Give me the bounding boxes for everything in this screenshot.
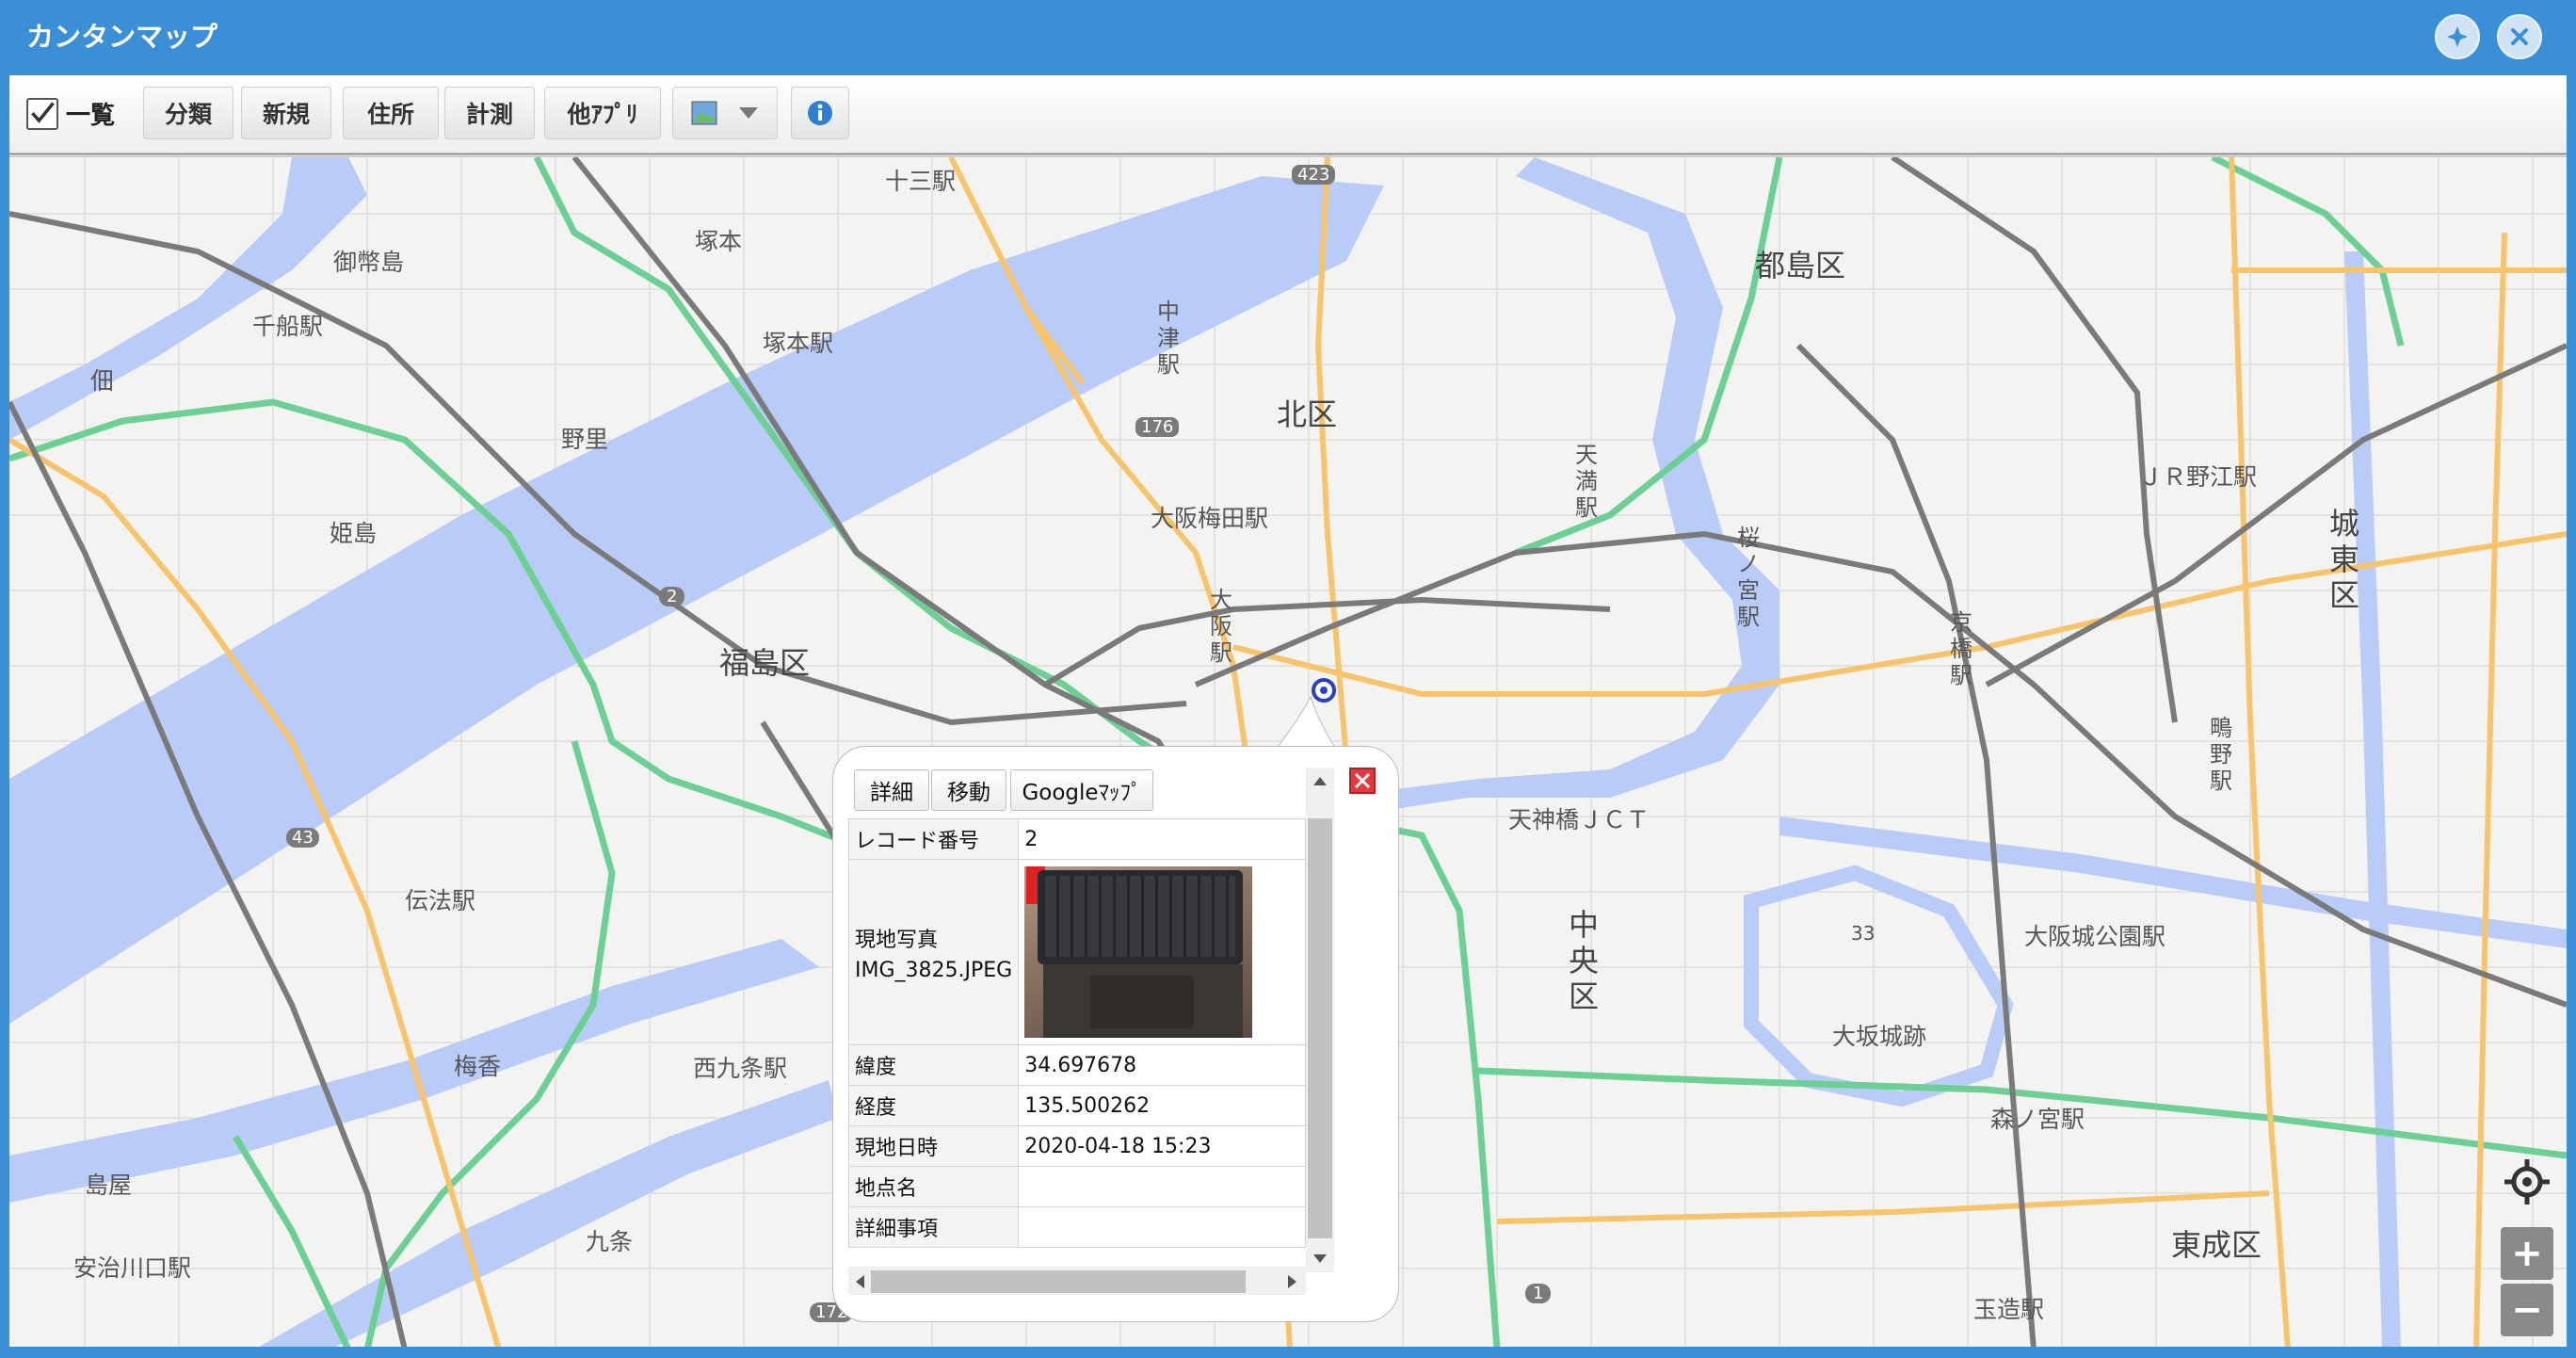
scroll-left-icon[interactable] bbox=[854, 1274, 865, 1289]
popup-tail bbox=[1273, 697, 1339, 753]
map-label: 塚本駅 bbox=[763, 330, 834, 357]
photo-value bbox=[1018, 859, 1306, 1045]
map-label: 京橋駅 bbox=[1950, 609, 1972, 688]
window-title: カンタンマップ bbox=[26, 21, 218, 53]
scroll-up-icon[interactable] bbox=[1312, 775, 1328, 786]
vertical-scroll-thumb[interactable] bbox=[1308, 818, 1332, 1238]
latitude-value: 34.697678 bbox=[1018, 1044, 1306, 1086]
map-label: 東成区 bbox=[2171, 1227, 2262, 1263]
info-button[interactable] bbox=[791, 87, 849, 139]
app-window: カンタンマップ 一覧 分類 新規 住所 計測 他ｱﾌﾟﾘ 十三駅 塚本 塚本駅 … bbox=[0, 0, 2576, 1358]
move-button[interactable]: 移動 bbox=[931, 769, 1006, 811]
image-icon bbox=[691, 101, 717, 125]
map-label: 西九条駅 bbox=[693, 1055, 788, 1082]
datetime-value: 2020-04-18 15:23 bbox=[1018, 1125, 1306, 1167]
map-label: 天満駅 bbox=[1575, 442, 1598, 521]
map-label: 野里 bbox=[561, 426, 609, 453]
map-label: ＪＲ野江駅 bbox=[2139, 463, 2258, 491]
map-label: 都島区 bbox=[1755, 248, 1846, 283]
record-table: レコード番号 2 現地写真 IMG_3825.JPEG 緯度 34.697678… bbox=[847, 818, 1306, 1248]
new-button[interactable]: 新規 bbox=[241, 87, 331, 139]
map-label: 九条 bbox=[586, 1228, 634, 1255]
table-row: 緯度 34.697678 bbox=[847, 1044, 1306, 1086]
longitude-value: 135.500262 bbox=[1018, 1085, 1306, 1126]
zoom-out-button[interactable]: − bbox=[2501, 1284, 2553, 1336]
record-number-key: レコード番号 bbox=[847, 818, 1020, 860]
google-map-button[interactable]: Googleﾏｯﾌﾟ bbox=[1010, 769, 1153, 811]
details-value bbox=[1018, 1206, 1306, 1248]
measure-button[interactable]: 計測 bbox=[444, 87, 535, 139]
scroll-down-icon[interactable] bbox=[1312, 1253, 1328, 1265]
datetime-key: 現地日時 bbox=[847, 1125, 1020, 1167]
table-row: 詳細事項 bbox=[847, 1206, 1306, 1248]
table-row: 経度 135.500262 bbox=[847, 1085, 1306, 1126]
title-bar: カンタンマップ bbox=[0, 0, 2576, 73]
route-shield: 2 bbox=[659, 587, 685, 606]
map-label: 十三駅 bbox=[885, 168, 957, 195]
place-name-key: 地点名 bbox=[847, 1166, 1020, 1207]
check-icon bbox=[31, 102, 55, 123]
map-label: 中央区 bbox=[1568, 907, 1599, 1014]
list-checkbox[interactable] bbox=[26, 98, 58, 130]
map-label: 安治川口駅 bbox=[73, 1254, 192, 1282]
longitude-key: 経度 bbox=[847, 1085, 1020, 1126]
map-label: 桜ノ宮駅 bbox=[1737, 525, 1760, 630]
category-button[interactable]: 分類 bbox=[143, 87, 233, 139]
add-icon[interactable] bbox=[2435, 14, 2480, 59]
map-label: 玉造駅 bbox=[1973, 1296, 2045, 1323]
layer-dropdown[interactable] bbox=[672, 87, 778, 139]
map-label: 大阪城公園駅 bbox=[2024, 923, 2166, 950]
map-label: 大坂城跡 bbox=[1832, 1023, 1927, 1050]
map-label: 福島区 bbox=[719, 645, 811, 681]
info-popup: 詳細 移動 Googleﾏｯﾌﾟ レコード番号 2 現地写真 IMG_3825.… bbox=[832, 746, 1399, 1322]
table-row: 現地写真 IMG_3825.JPEG bbox=[847, 859, 1306, 1045]
other-apps-button[interactable]: 他ｱﾌﾟﾘ bbox=[544, 87, 661, 139]
chevron-down-icon bbox=[739, 107, 758, 119]
map-label: 北区 bbox=[1277, 396, 1338, 432]
list-label: 一覧 bbox=[66, 102, 116, 130]
info-icon bbox=[808, 101, 832, 125]
photo-key-label: 現地写真 bbox=[855, 928, 939, 952]
route-shield: 176 bbox=[1135, 417, 1180, 437]
map-label: 千船駅 bbox=[252, 313, 324, 340]
close-icon[interactable] bbox=[2497, 14, 2542, 59]
photo-filename: IMG_3825.JPEG bbox=[855, 958, 1013, 982]
site-photo[interactable] bbox=[1024, 866, 1253, 1038]
record-number-value: 2 bbox=[1018, 818, 1306, 860]
map-label: 33 bbox=[1851, 922, 1876, 945]
scroll-right-icon[interactable] bbox=[1287, 1274, 1298, 1289]
popup-close-icon[interactable] bbox=[1349, 768, 1376, 794]
map-label: 天神橋ＪＣＴ bbox=[1508, 806, 1650, 833]
map-label: 塚本 bbox=[695, 228, 743, 255]
map-label: 大阪駅 bbox=[1210, 587, 1232, 666]
route-shield: 1 bbox=[1525, 1284, 1552, 1303]
zoom-in-button[interactable]: + bbox=[2501, 1227, 2553, 1280]
table-row: 現地日時 2020-04-18 15:23 bbox=[847, 1125, 1306, 1167]
horizontal-scroll-thumb[interactable] bbox=[871, 1270, 1246, 1293]
details-key: 詳細事項 bbox=[847, 1206, 1020, 1248]
map-label: 城東区 bbox=[2328, 506, 2359, 613]
map-label: 姫島 bbox=[330, 520, 378, 547]
map-label: 鴫野駅 bbox=[2210, 715, 2232, 794]
detail-button[interactable]: 詳細 bbox=[854, 769, 929, 811]
table-row: 地点名 bbox=[847, 1166, 1306, 1207]
table-row: レコード番号 2 bbox=[847, 818, 1306, 860]
route-shield: 43 bbox=[286, 828, 319, 848]
map-label: 島屋 bbox=[85, 1172, 133, 1199]
locate-icon[interactable] bbox=[2501, 1156, 2553, 1208]
address-button[interactable]: 住所 bbox=[343, 87, 439, 139]
photo-key: 現地写真 IMG_3825.JPEG bbox=[847, 859, 1020, 1045]
map-label: 森ノ宮駅 bbox=[1990, 1106, 2085, 1133]
toolbar: 一覧 分類 新規 住所 計測 他ｱﾌﾟﾘ bbox=[9, 75, 2567, 154]
map-label: 中津駅 bbox=[1157, 299, 1180, 378]
map-label: 大阪梅田駅 bbox=[1151, 505, 1269, 532]
map-label: 御幣島 bbox=[333, 249, 405, 276]
map-label: 伝法駅 bbox=[405, 887, 476, 914]
route-shield: 423 bbox=[1292, 165, 1336, 185]
map-label: 梅香 bbox=[454, 1053, 502, 1080]
map-label: 佃 bbox=[90, 367, 115, 395]
place-name-value bbox=[1018, 1166, 1306, 1207]
latitude-key: 緯度 bbox=[847, 1044, 1020, 1086]
